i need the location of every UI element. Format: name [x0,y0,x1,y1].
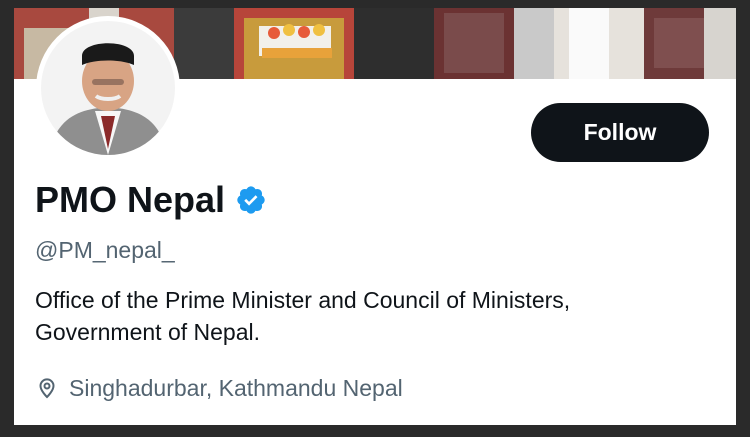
location-row: Singhadurbar, Kathmandu Nepal [35,373,403,403]
display-name: PMO Nepal [35,179,226,220]
profile-avatar[interactable] [36,16,180,160]
profile-card: Follow PMO Nepal @PM_nepal_ Office of th… [14,8,736,425]
profile-location: Singhadurbar, Kathmandu Nepal [69,375,403,401]
profile-bio: Office of the Prime Minister and Council… [35,284,715,348]
map-pin-icon [39,378,55,399]
profile-handle: @PM_nepal_ [35,237,175,263]
avatar-photo [41,21,175,155]
bio-line: Government of Nepal. [35,319,261,345]
follow-button[interactable]: Follow [531,103,709,162]
name-row: PMO Nepal [35,178,267,222]
verified-badge-icon[interactable] [235,184,267,216]
bio-line: Office of the Prime Minister and Council… [35,287,571,313]
